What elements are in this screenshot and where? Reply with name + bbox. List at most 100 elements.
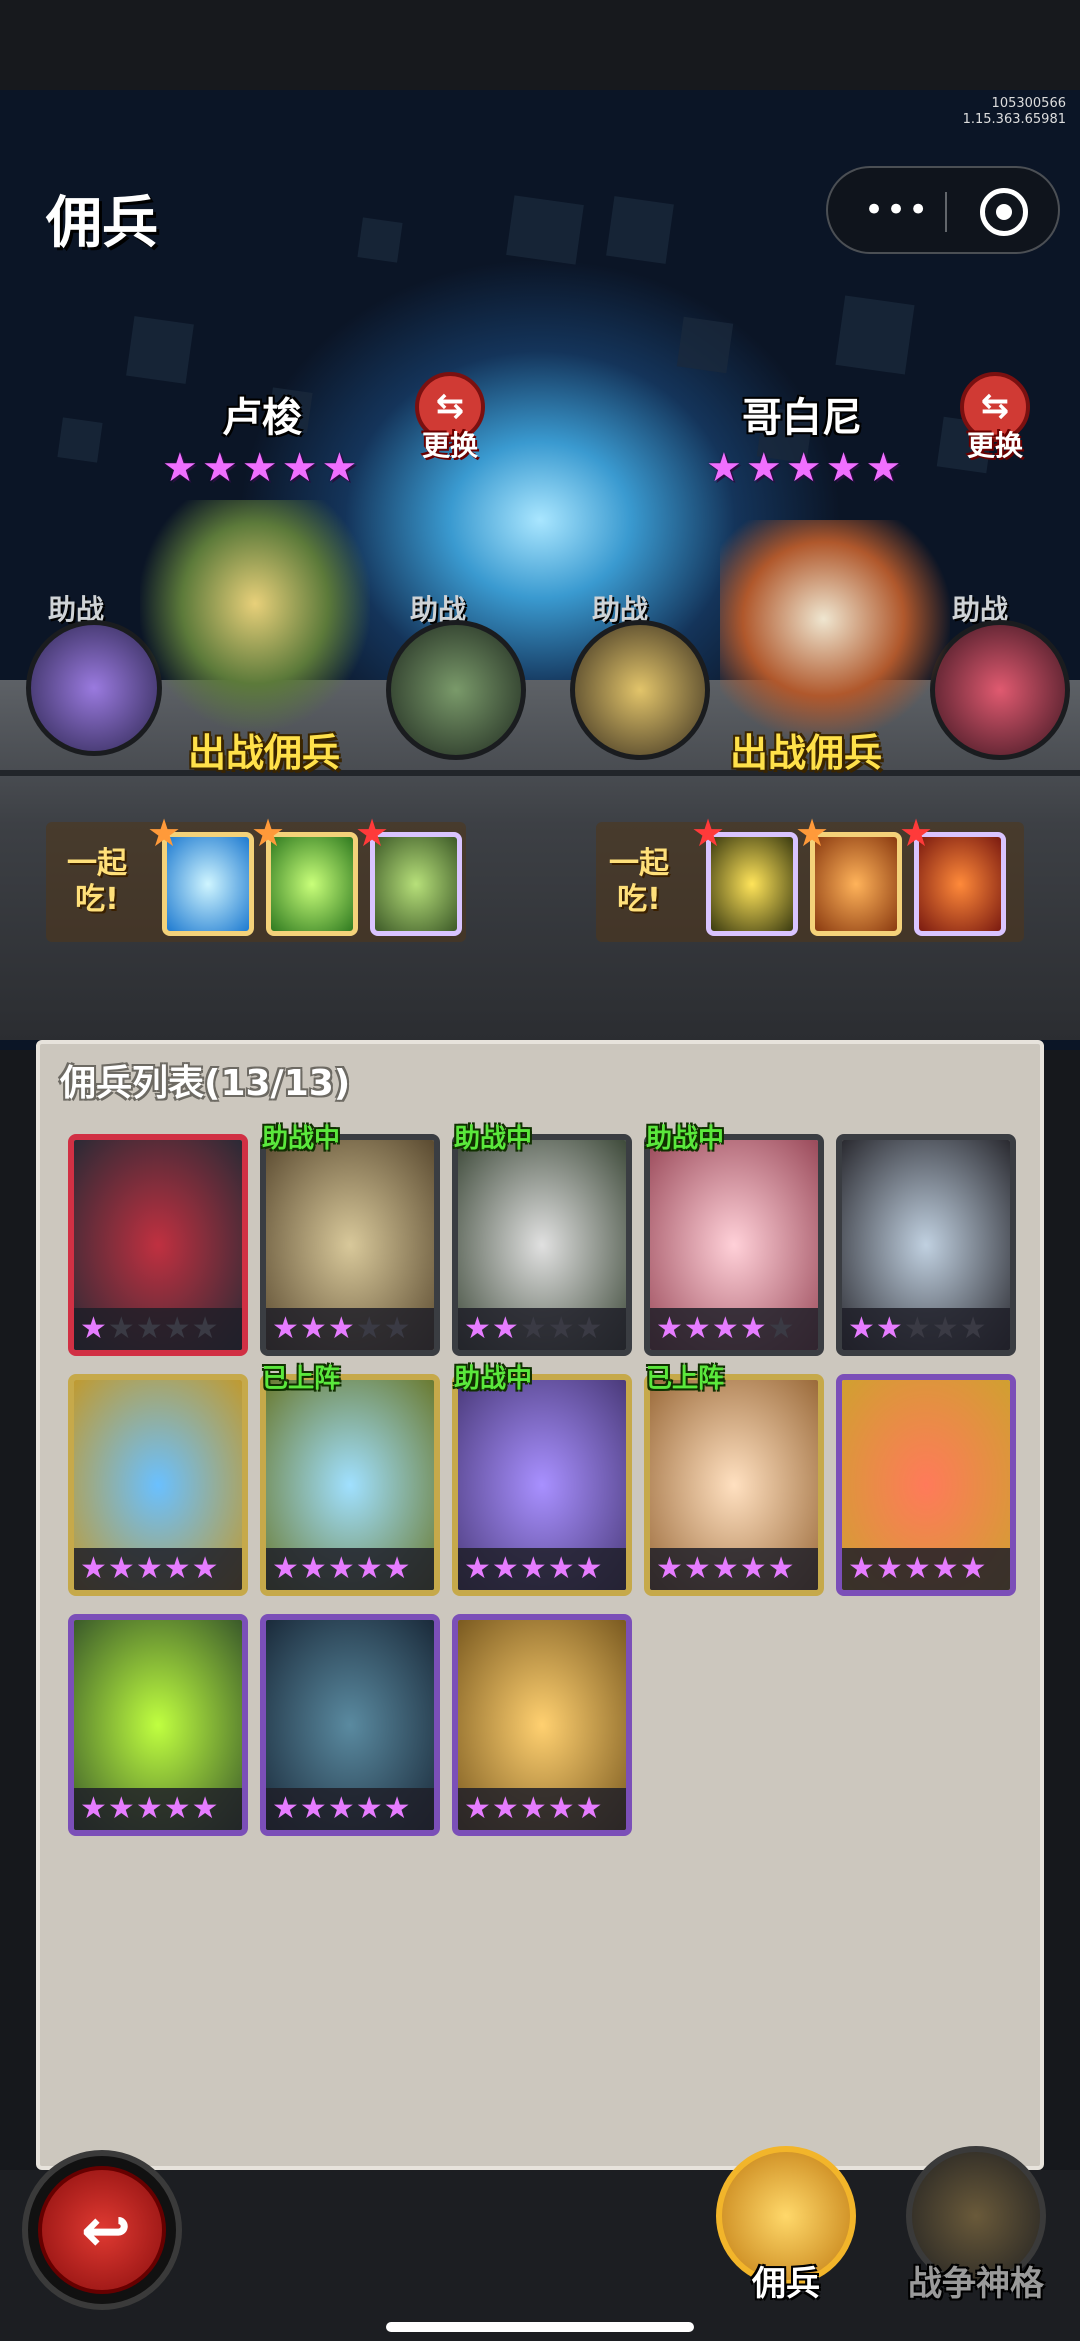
build-number: 105300566 xyxy=(991,96,1066,111)
mercenary-card[interactable]: ★ ★ ★ ★ ★ xyxy=(260,1614,440,1836)
page-title: 佣兵 xyxy=(46,191,158,256)
status-bar xyxy=(0,0,1080,90)
eat-together-label: 一起吃! xyxy=(609,846,669,917)
mercenary-card[interactable]: ★ ★ ★ ★ ★ xyxy=(836,1374,1016,1596)
swap-label: 更换 xyxy=(966,429,1023,462)
mercenary-card[interactable]: ★ ★ ★ ★ ★ xyxy=(644,1134,824,1356)
star-filled-icon: ★ xyxy=(272,1551,299,1586)
star-filled-icon: ★ xyxy=(491,1311,519,1346)
star-rating: ★ ★ ★ ★ ★ xyxy=(74,1788,242,1830)
mercenary-card[interactable]: ★ ★ ★ ★ ★ xyxy=(68,1134,248,1356)
star-filled-icon: ★ xyxy=(711,1311,739,1346)
red-star-icon: ★ xyxy=(355,811,390,855)
food-item[interactable]: ★ xyxy=(355,811,462,936)
star-filled-icon: ★ xyxy=(327,1791,355,1826)
star-rating: ★ ★ ★ ★ ★ xyxy=(458,1548,626,1590)
target-close-icon[interactable] xyxy=(980,188,1028,236)
deploy-label: 出战佣兵 xyxy=(730,731,883,775)
star-filled-icon: ★ xyxy=(327,1311,355,1346)
star-filled-icon: ★ xyxy=(464,1551,491,1586)
star-rating: ★ ★ ★ ★ ★ xyxy=(842,1548,1010,1590)
home-indicator[interactable] xyxy=(386,2322,694,2332)
back-button[interactable]: ↩ xyxy=(22,2150,182,2310)
star-empty-icon: ★ xyxy=(575,1311,603,1346)
food-item[interactable]: ★ xyxy=(795,811,902,936)
mercenary-card[interactable]: ★ ★ ★ ★ ★ xyxy=(68,1374,248,1596)
team1-name: 卢梭 xyxy=(222,395,302,441)
version-number: 1.15.363.65981 xyxy=(962,112,1066,127)
star-filled-icon: ★ xyxy=(683,1311,711,1346)
star-filled-icon: ★ xyxy=(272,1311,299,1346)
mercenary-card[interactable]: ★ ★ ★ ★ ★ xyxy=(836,1134,1016,1356)
mercenary-card[interactable]: ★ ★ ★ ★ ★ xyxy=(68,1614,248,1836)
star-filled-icon: ★ xyxy=(491,1551,519,1586)
mercenary-card[interactable]: ★ ★ ★ ★ ★ xyxy=(260,1134,440,1356)
red-star-icon: ★ xyxy=(899,811,934,855)
mercenary-card[interactable]: ★ ★ ★ ★ ★ xyxy=(452,1134,632,1356)
star-icon: ★ xyxy=(745,445,782,491)
star-filled-icon: ★ xyxy=(80,1551,107,1586)
team2-swap-button[interactable]: ⇆ 更换 xyxy=(955,372,1035,472)
mercenary-card[interactable]: ★ ★ ★ ★ ★ xyxy=(260,1374,440,1596)
star-empty-icon: ★ xyxy=(519,1311,547,1346)
star-icon: ★ xyxy=(162,445,198,491)
star-empty-icon: ★ xyxy=(355,1311,383,1346)
star-filled-icon: ★ xyxy=(739,1311,767,1346)
status-tag: 助战中 xyxy=(454,1364,533,1394)
star-filled-icon: ★ xyxy=(848,1551,875,1586)
star-filled-icon: ★ xyxy=(163,1791,191,1826)
star-empty-icon: ★ xyxy=(383,1311,411,1346)
star-filled-icon: ★ xyxy=(959,1551,987,1586)
star-icon: ★ xyxy=(201,445,238,491)
star-filled-icon: ★ xyxy=(575,1791,603,1826)
assist-portrait[interactable] xyxy=(570,620,710,760)
status-tag: 助战中 xyxy=(262,1124,341,1154)
orange-star-icon: ★ xyxy=(795,811,830,855)
star-icon: ★ xyxy=(785,445,822,491)
mercenary-card[interactable]: ★ ★ ★ ★ ★ xyxy=(452,1374,632,1596)
assist-portrait[interactable] xyxy=(930,620,1070,760)
star-filled-icon: ★ xyxy=(135,1551,163,1586)
star-icon: ★ xyxy=(241,445,278,491)
star-rating: ★ ★ ★ ★ ★ xyxy=(650,1308,818,1350)
team2-stars: ★ ★ ★ ★ ★ xyxy=(706,448,901,488)
mercenary-card[interactable]: ★ ★ ★ ★ ★ xyxy=(452,1614,632,1836)
star-filled-icon: ★ xyxy=(656,1311,683,1346)
capsule-divider xyxy=(945,192,947,232)
star-filled-icon: ★ xyxy=(163,1551,191,1586)
hero-figure[interactable] xyxy=(140,500,370,730)
status-tag: 已上阵 xyxy=(262,1364,341,1394)
star-filled-icon: ★ xyxy=(875,1551,903,1586)
star-empty-icon: ★ xyxy=(931,1311,959,1346)
star-rating: ★ ★ ★ ★ ★ xyxy=(74,1308,242,1350)
star-filled-icon: ★ xyxy=(656,1551,683,1586)
tab-mercenary[interactable]: 佣兵 xyxy=(706,2146,866,2316)
tab-war-artifact[interactable]: 战争神格 xyxy=(896,2146,1056,2316)
mercenary-card[interactable]: ★ ★ ★ ★ ★ xyxy=(644,1374,824,1596)
orange-star-icon: ★ xyxy=(147,811,182,855)
food-item[interactable]: ★ xyxy=(691,811,798,936)
star-filled-icon: ★ xyxy=(299,1791,327,1826)
list-title: 佣兵列表(13/13) xyxy=(60,1063,351,1104)
food-item[interactable]: ★ xyxy=(899,811,1006,936)
team1-swap-button[interactable]: ⇆ 更换 xyxy=(410,372,490,472)
food-item[interactable]: ★ xyxy=(251,811,358,936)
star-filled-icon: ★ xyxy=(355,1551,383,1586)
star-filled-icon: ★ xyxy=(767,1551,795,1586)
assist-portrait[interactable] xyxy=(386,620,526,760)
more-dots-icon[interactable]: ••• xyxy=(864,190,930,230)
tab-label: 佣兵 xyxy=(752,2264,820,2304)
star-filled-icon: ★ xyxy=(464,1311,491,1346)
star-filled-icon: ★ xyxy=(80,1791,107,1826)
star-filled-icon: ★ xyxy=(683,1551,711,1586)
tab-label: 战争神格 xyxy=(908,2264,1044,2304)
deploy-label: 出战佣兵 xyxy=(188,731,341,775)
star-icon: ★ xyxy=(321,445,358,491)
star-empty-icon: ★ xyxy=(903,1311,931,1346)
star-filled-icon: ★ xyxy=(383,1551,411,1586)
food-item[interactable]: ★ xyxy=(147,811,254,936)
hero-figure[interactable] xyxy=(720,520,950,740)
star-filled-icon: ★ xyxy=(191,1791,219,1826)
star-rating: ★ ★ ★ ★ ★ xyxy=(458,1788,626,1830)
status-tag: 助战中 xyxy=(646,1124,725,1154)
